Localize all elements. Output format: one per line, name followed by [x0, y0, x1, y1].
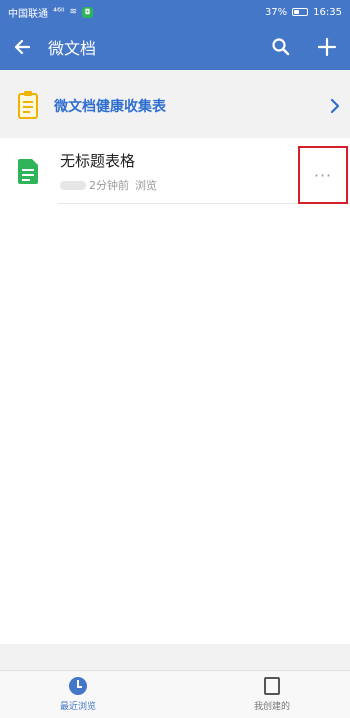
- status-right: 37% 16:35: [265, 7, 342, 18]
- file-action: 浏览: [135, 179, 157, 192]
- signal-icon: ⁴⁶ᴵˡ: [53, 6, 65, 18]
- tab-recent[interactable]: 最近浏览: [40, 677, 116, 717]
- status-bar: 中国联通 ⁴⁶ᴵˡ ≋ ◘ 37% 16:35: [0, 0, 350, 24]
- page-title: 微文档: [48, 39, 97, 58]
- more-icon: ···: [313, 165, 333, 185]
- notification-app-icon: ◘: [82, 6, 94, 18]
- tab-created-label: 我创建的: [253, 702, 290, 712]
- tab-recent-label: 最近浏览: [59, 702, 96, 712]
- spreadsheet-icon: [18, 159, 38, 184]
- file-list: 无标题表格 2分钟前 浏览: [0, 138, 350, 644]
- document-icon: [264, 677, 280, 695]
- owner-avatar: [60, 180, 86, 190]
- navigation-bar: 微文档: [0, 24, 350, 70]
- back-button[interactable]: [0, 24, 44, 70]
- clock-time: 16:35: [313, 6, 342, 18]
- battery-icon: [292, 8, 309, 16]
- chevron-right-icon: [320, 98, 350, 114]
- file-meta: 2分钟前 浏览: [60, 177, 157, 193]
- battery-fill: [294, 10, 299, 14]
- clock-icon: [69, 677, 87, 695]
- carrier-label: 中国联通: [8, 8, 48, 20]
- clipboard-icon: [18, 91, 38, 119]
- more-options-button[interactable]: ···: [298, 146, 348, 204]
- search-icon: [272, 38, 290, 56]
- tab-created[interactable]: 我创建的: [232, 677, 312, 717]
- search-button[interactable]: [258, 24, 304, 70]
- bottom-tab-bar: 最近浏览 我创建的: [0, 670, 350, 718]
- file-time: 2分钟前: [89, 179, 129, 192]
- health-collection-card[interactable]: 微文档健康收集表: [0, 80, 350, 132]
- wifi-icon: ≋: [69, 7, 78, 17]
- health-card-title: 微文档健康收集表: [54, 99, 166, 115]
- add-button[interactable]: [304, 24, 350, 70]
- battery-percent: 37%: [264, 6, 288, 18]
- status-left: 中国联通 ⁴⁶ᴵˡ ≋ ◘: [8, 5, 94, 20]
- back-arrow-icon: [14, 39, 31, 55]
- plus-icon: [317, 37, 337, 57]
- file-title: 无标题表格: [60, 152, 136, 170]
